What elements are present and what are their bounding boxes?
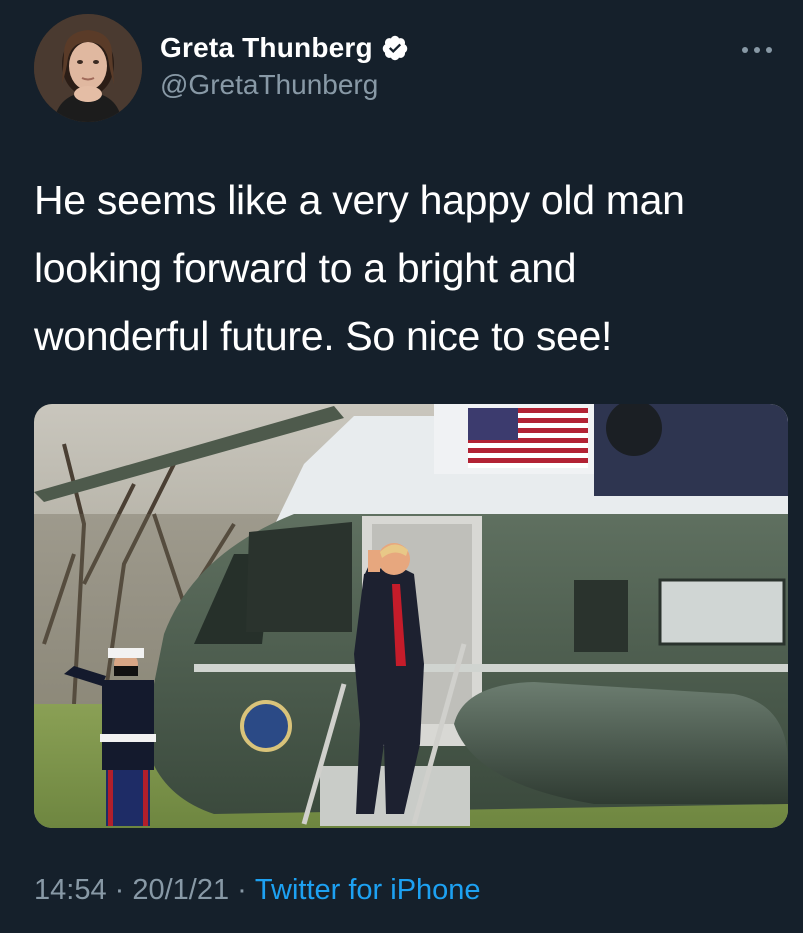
meta-separator-2: · <box>229 874 255 906</box>
handle[interactable]: @GretaThunberg <box>160 68 409 102</box>
display-name[interactable]: Greta Thunberg <box>160 32 373 64</box>
tweet: Greta Thunberg @GretaThunberg He seems l… <box>0 0 803 933</box>
tweet-date[interactable]: 20/1/21 <box>132 874 229 907</box>
more-horizontal-icon[interactable] <box>737 40 777 60</box>
tweet-text: He seems like a very happy old man looki… <box>34 177 685 359</box>
meta-separator: · <box>106 874 133 906</box>
helicopter-photo <box>34 404 788 828</box>
author-info: Greta Thunberg @GretaThunberg <box>160 28 409 102</box>
tweet-time[interactable]: 14:54 <box>34 874 107 907</box>
tweet-photo[interactable] <box>34 404 788 828</box>
avatar[interactable] <box>34 14 142 122</box>
verified-badge-icon <box>381 34 409 62</box>
tweet-metadata: 14:54 · 20/1/21 · Twitter for iPhone <box>34 874 481 907</box>
name-row: Greta Thunberg <box>160 28 409 68</box>
avatar-image <box>34 14 142 122</box>
tweet-source-link[interactable]: Twitter for iPhone <box>255 874 481 907</box>
